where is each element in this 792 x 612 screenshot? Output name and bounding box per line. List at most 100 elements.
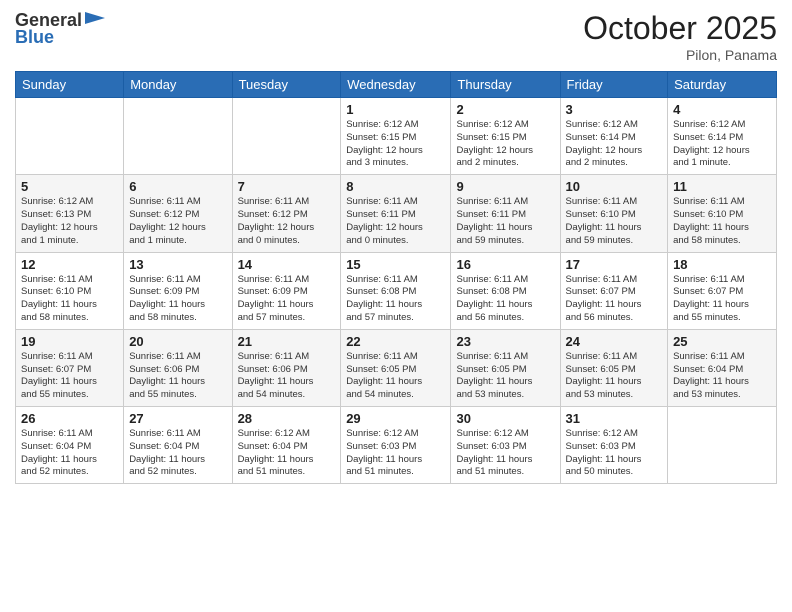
day-info: Sunrise: 6:11 AM Sunset: 6:11 PM Dayligh… bbox=[346, 196, 445, 247]
calendar-cell: 17 Sunrise: 6:11 AM Sunset: 6:07 PM Dayli… bbox=[560, 252, 668, 329]
calendar-cell: 19Sunrise: 6:11 AM Sunset: 6:07 PM Dayli… bbox=[16, 329, 124, 406]
day-info: Sunrise: 6:12 AM Sunset: 6:15 PM Dayligh… bbox=[346, 119, 445, 170]
day-info: Sunrise: 6:11 AM Sunset: 6:12 PM Dayligh… bbox=[129, 196, 226, 247]
day-number: 4 bbox=[673, 102, 771, 117]
day-info: Sunrise: 6:11 AM Sunset: 6:10 PM Dayligh… bbox=[673, 196, 771, 247]
calendar-cell: 14 Sunrise: 6:11 AM Sunset: 6:09 PM Dayli… bbox=[232, 252, 341, 329]
day-info: Sunrise: 6:11 AM Sunset: 6:04 PM Dayligh… bbox=[129, 428, 226, 479]
calendar-cell: 16 Sunrise: 6:11 AM Sunset: 6:08 PM Dayli… bbox=[451, 252, 560, 329]
day-header-wednesday: Wednesday bbox=[341, 72, 451, 98]
day-info: Sunrise: 6:11 AM Sunset: 6:05 PM Dayligh… bbox=[566, 351, 663, 402]
day-info: Sunrise: 6:11 AM Sunset: 6:08 PM Dayligh… bbox=[456, 274, 554, 325]
calendar-week-3: 12 Sunrise: 6:11 AM Sunset: 6:10 PM Dayli… bbox=[16, 252, 777, 329]
day-info: Sunrise: 6:11 AM Sunset: 6:06 PM Dayligh… bbox=[129, 351, 226, 402]
day-number: 1 bbox=[346, 102, 445, 117]
day-number: 31 bbox=[566, 411, 663, 426]
day-number: 5 bbox=[21, 179, 118, 194]
calendar-cell: 5 Sunrise: 6:12 AM Sunset: 6:13 PM Daylig… bbox=[16, 175, 124, 252]
day-number: 22 bbox=[346, 334, 445, 349]
day-info: Sunrise: 6:12 AM Sunset: 6:03 PM Dayligh… bbox=[346, 428, 445, 479]
day-info: Sunrise: 6:11 AM Sunset: 6:08 PM Dayligh… bbox=[346, 274, 445, 325]
day-number: 14 bbox=[238, 257, 336, 272]
logo-blue: Blue bbox=[15, 27, 54, 48]
calendar-cell: 20 Sunrise: 6:11 AM Sunset: 6:06 PM Dayli… bbox=[124, 329, 232, 406]
calendar-cell: 24Sunrise: 6:11 AM Sunset: 6:05 PM Dayli… bbox=[560, 329, 668, 406]
calendar-cell: 28 Sunrise: 6:12 AM Sunset: 6:04 PM Dayli… bbox=[232, 407, 341, 484]
day-number: 9 bbox=[456, 179, 554, 194]
day-info: Sunrise: 6:11 AM Sunset: 6:10 PM Dayligh… bbox=[566, 196, 663, 247]
calendar-cell: 30 Sunrise: 6:12 AM Sunset: 6:03 PM Dayli… bbox=[451, 407, 560, 484]
day-number: 6 bbox=[129, 179, 226, 194]
day-number: 29 bbox=[346, 411, 445, 426]
calendar-header-row: SundayMondayTuesdayWednesdayThursdayFrid… bbox=[16, 72, 777, 98]
day-info: Sunrise: 6:11 AM Sunset: 6:10 PM Dayligh… bbox=[21, 274, 118, 325]
calendar-cell: 6 Sunrise: 6:11 AM Sunset: 6:12 PM Daylig… bbox=[124, 175, 232, 252]
day-info: Sunrise: 6:11 AM Sunset: 6:12 PM Dayligh… bbox=[238, 196, 336, 247]
day-info: Sunrise: 6:11 AM Sunset: 6:09 PM Dayligh… bbox=[129, 274, 226, 325]
day-number: 2 bbox=[456, 102, 554, 117]
day-info: Sunrise: 6:11 AM Sunset: 6:09 PM Dayligh… bbox=[238, 274, 336, 325]
calendar-cell: 27 Sunrise: 6:11 AM Sunset: 6:04 PM Dayli… bbox=[124, 407, 232, 484]
calendar-cell: 11 Sunrise: 6:11 AM Sunset: 6:10 PM Dayli… bbox=[668, 175, 777, 252]
day-info: Sunrise: 6:11 AM Sunset: 6:04 PM Dayligh… bbox=[21, 428, 118, 479]
day-number: 30 bbox=[456, 411, 554, 426]
calendar-cell: 4 Sunrise: 6:12 AM Sunset: 6:14 PM Daylig… bbox=[668, 98, 777, 175]
calendar-cell: 13Sunrise: 6:11 AM Sunset: 6:09 PM Dayli… bbox=[124, 252, 232, 329]
calendar-cell: 15 Sunrise: 6:11 AM Sunset: 6:08 PM Dayli… bbox=[341, 252, 451, 329]
day-number: 3 bbox=[566, 102, 663, 117]
day-number: 7 bbox=[238, 179, 336, 194]
calendar-cell: 7 Sunrise: 6:11 AM Sunset: 6:12 PM Daylig… bbox=[232, 175, 341, 252]
day-info: Sunrise: 6:12 AM Sunset: 6:13 PM Dayligh… bbox=[21, 196, 118, 247]
day-header-sunday: Sunday bbox=[16, 72, 124, 98]
day-number: 11 bbox=[673, 179, 771, 194]
calendar-cell: 29 Sunrise: 6:12 AM Sunset: 6:03 PM Dayli… bbox=[341, 407, 451, 484]
day-number: 12 bbox=[21, 257, 118, 272]
day-number: 26 bbox=[21, 411, 118, 426]
day-number: 10 bbox=[566, 179, 663, 194]
calendar-week-2: 5 Sunrise: 6:12 AM Sunset: 6:13 PM Daylig… bbox=[16, 175, 777, 252]
day-info: Sunrise: 6:11 AM Sunset: 6:05 PM Dayligh… bbox=[456, 351, 554, 402]
day-number: 21 bbox=[238, 334, 336, 349]
day-info: Sunrise: 6:11 AM Sunset: 6:07 PM Dayligh… bbox=[566, 274, 663, 325]
day-number: 17 bbox=[566, 257, 663, 272]
month-title: October 2025 bbox=[583, 10, 777, 47]
day-number: 18 bbox=[673, 257, 771, 272]
day-info: Sunrise: 6:12 AM Sunset: 6:15 PM Dayligh… bbox=[456, 119, 554, 170]
day-number: 27 bbox=[129, 411, 226, 426]
day-number: 28 bbox=[238, 411, 336, 426]
calendar-cell bbox=[16, 98, 124, 175]
day-number: 25 bbox=[673, 334, 771, 349]
calendar-cell: 21Sunrise: 6:11 AM Sunset: 6:06 PM Dayli… bbox=[232, 329, 341, 406]
calendar-cell: 12 Sunrise: 6:11 AM Sunset: 6:10 PM Dayli… bbox=[16, 252, 124, 329]
day-info: Sunrise: 6:12 AM Sunset: 6:03 PM Dayligh… bbox=[456, 428, 554, 479]
day-number: 8 bbox=[346, 179, 445, 194]
location: Pilon, Panama bbox=[583, 47, 777, 63]
calendar-week-1: 1 Sunrise: 6:12 AM Sunset: 6:15 PM Daylig… bbox=[16, 98, 777, 175]
day-info: Sunrise: 6:11 AM Sunset: 6:11 PM Dayligh… bbox=[456, 196, 554, 247]
calendar-cell: 22Sunrise: 6:11 AM Sunset: 6:05 PM Dayli… bbox=[341, 329, 451, 406]
day-info: Sunrise: 6:11 AM Sunset: 6:07 PM Dayligh… bbox=[673, 274, 771, 325]
day-info: Sunrise: 6:12 AM Sunset: 6:14 PM Dayligh… bbox=[673, 119, 771, 170]
header: General Blue October 2025 Pilon, Panama bbox=[15, 10, 777, 63]
day-number: 15 bbox=[346, 257, 445, 272]
calendar-cell: 31 Sunrise: 6:12 AM Sunset: 6:03 PM Dayli… bbox=[560, 407, 668, 484]
calendar-cell: 1 Sunrise: 6:12 AM Sunset: 6:15 PM Daylig… bbox=[341, 98, 451, 175]
calendar-cell: 10 Sunrise: 6:11 AM Sunset: 6:10 PM Dayli… bbox=[560, 175, 668, 252]
day-number: 16 bbox=[456, 257, 554, 272]
day-number: 19 bbox=[21, 334, 118, 349]
day-header-monday: Monday bbox=[124, 72, 232, 98]
day-info: Sunrise: 6:12 AM Sunset: 6:04 PM Dayligh… bbox=[238, 428, 336, 479]
day-info: Sunrise: 6:12 AM Sunset: 6:03 PM Dayligh… bbox=[566, 428, 663, 479]
day-number: 23 bbox=[456, 334, 554, 349]
day-header-tuesday: Tuesday bbox=[232, 72, 341, 98]
calendar-cell: 18 Sunrise: 6:11 AM Sunset: 6:07 PM Dayli… bbox=[668, 252, 777, 329]
calendar-cell: 26 Sunrise: 6:11 AM Sunset: 6:04 PM Dayli… bbox=[16, 407, 124, 484]
calendar-cell bbox=[232, 98, 341, 175]
page: General Blue October 2025 Pilon, Panama … bbox=[0, 0, 792, 612]
day-header-saturday: Saturday bbox=[668, 72, 777, 98]
logo: General Blue bbox=[15, 10, 105, 48]
calendar-table: SundayMondayTuesdayWednesdayThursdayFrid… bbox=[15, 71, 777, 484]
calendar-week-4: 19Sunrise: 6:11 AM Sunset: 6:07 PM Dayli… bbox=[16, 329, 777, 406]
calendar-cell: 3Sunrise: 6:12 AM Sunset: 6:14 PM Daylig… bbox=[560, 98, 668, 175]
day-number: 20 bbox=[129, 334, 226, 349]
